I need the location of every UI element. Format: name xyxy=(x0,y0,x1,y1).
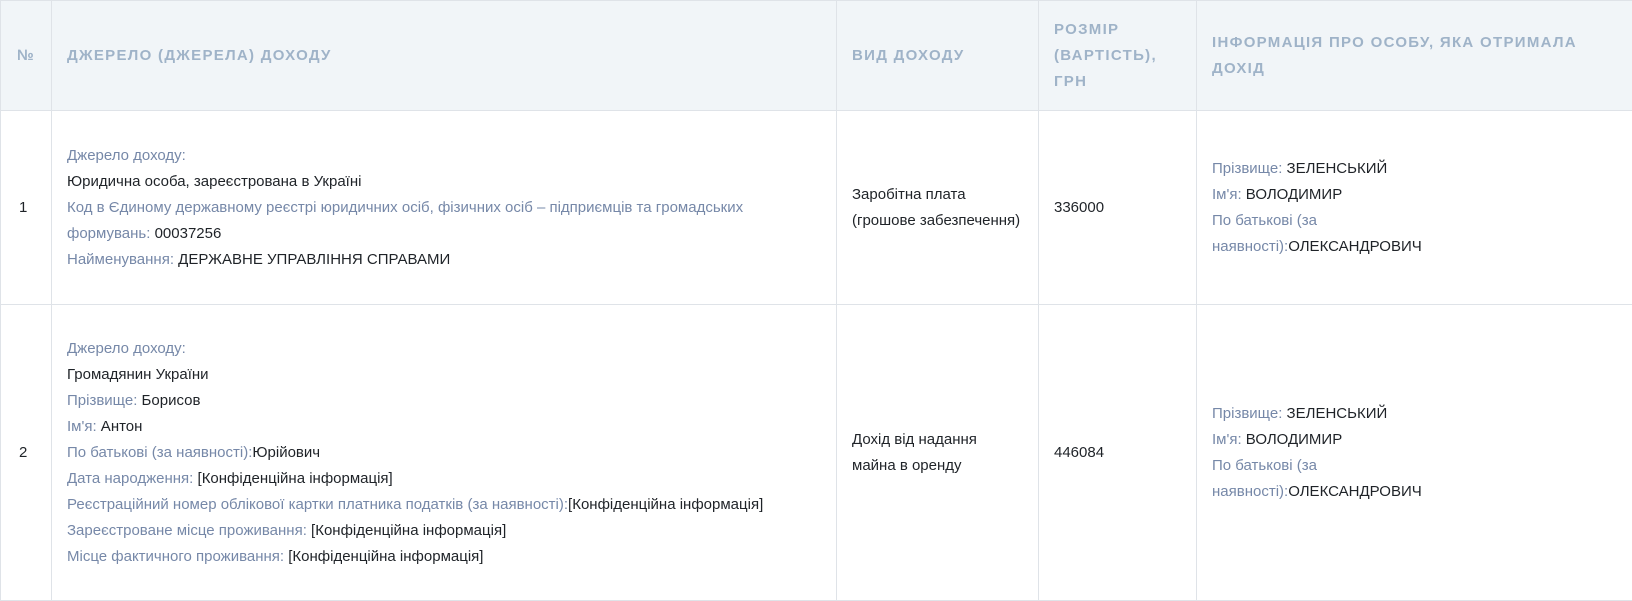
table-row: 2 Джерело доходу: Громадянин України Прі… xyxy=(1,305,1632,601)
header-amount: РОЗМІР (ВАРТІСТЬ), ГРН xyxy=(1039,1,1197,111)
source-heading: Джерело доходу: xyxy=(67,336,821,362)
source-actual-address-field: Місце фактичного проживання: [Конфіденці… xyxy=(67,544,821,570)
recipient-surname-field: Прізвище: ЗЕЛЕНСЬКИЙ xyxy=(1212,156,1617,182)
table-body: 1 Джерело доходу: Юридична особа, зареєс… xyxy=(1,111,1632,601)
header-row: № ДЖЕРЕЛО (ДЖЕРЕЛА) ДОХОДУ ВИД ДОХОДУ РО… xyxy=(1,1,1632,111)
recipient-name-label: Ім'я: xyxy=(1212,431,1242,448)
source-name-field: Ім'я: Антон xyxy=(67,414,821,440)
recipient-name-value: ВОЛОДИМИР xyxy=(1242,431,1343,448)
header-income-source: ДЖЕРЕЛО (ДЖЕРЕЛА) ДОХОДУ xyxy=(52,1,837,111)
source-patronymic-value: Юрійович xyxy=(252,444,320,461)
source-name-field: Найменування: ДЕРЖАВНЕ УПРАВЛІННЯ СПРАВА… xyxy=(67,247,821,273)
source-name-value: ДЕРЖАВНЕ УПРАВЛІННЯ СПРАВАМИ xyxy=(174,251,450,268)
amount-cell: 336000 xyxy=(1039,111,1197,305)
source-registered-address-label: Зареєстроване місце проживання: xyxy=(67,522,307,539)
row-number: 1 xyxy=(1,111,52,305)
source-actual-address-label: Місце фактичного проживання: xyxy=(67,548,284,565)
source-taxid-field: Реєстраційний номер облікової картки пла… xyxy=(67,492,821,518)
source-kind: Юридична особа, зареєстрована в Україні xyxy=(67,169,821,195)
source-surname-field: Прізвище: Борисов xyxy=(67,388,821,414)
income-source-cell: Джерело доходу: Юридична особа, зареєстр… xyxy=(52,111,837,305)
source-actual-address-value: [Конфіденційна інформація] xyxy=(284,548,483,565)
recipient-patronymic-field: По батькові (за наявності):ОЛЕКСАНДРОВИЧ xyxy=(1212,453,1442,505)
source-kind: Громадянин України xyxy=(67,362,821,388)
source-registered-address-value: [Конфіденційна інформація] xyxy=(307,522,506,539)
recipient-name-field: Ім'я: ВОЛОДИМИР xyxy=(1212,427,1617,453)
source-patronymic-field: По батькові (за наявності):Юрійович xyxy=(67,440,821,466)
source-code-field: Код в Єдиному державному реєстрі юридичн… xyxy=(67,195,821,247)
source-birthdate-field: Дата народження: [Конфіденційна інформац… xyxy=(67,466,821,492)
source-taxid-label: Реєстраційний номер облікової картки пла… xyxy=(67,496,568,513)
source-surname-label: Прізвище: xyxy=(67,392,137,409)
recipient-name-label: Ім'я: xyxy=(1212,186,1242,203)
header-income-type: ВИД ДОХОДУ xyxy=(837,1,1039,111)
recipient-surname-value: ЗЕЛЕНСЬКИЙ xyxy=(1282,160,1387,177)
source-name-label: Ім'я: xyxy=(67,418,97,435)
recipient-surname-label: Прізвище: xyxy=(1212,160,1282,177)
table-header: № ДЖЕРЕЛО (ДЖЕРЕЛА) ДОХОДУ ВИД ДОХОДУ РО… xyxy=(1,1,1632,111)
source-birthdate-label: Дата народження: xyxy=(67,470,193,487)
header-recipient-info: ІНФОРМАЦІЯ ПРО ОСОБУ, ЯКА ОТРИМАЛА ДОХІД xyxy=(1197,1,1632,111)
recipient-patronymic-field: По батькові (за наявності):ОЛЕКСАНДРОВИЧ xyxy=(1212,208,1442,260)
income-type-cell: Дохід від надання майна в оренду xyxy=(837,305,1039,601)
recipient-surname-field: Прізвище: ЗЕЛЕНСЬКИЙ xyxy=(1212,401,1617,427)
recipient-surname-label: Прізвище: xyxy=(1212,405,1282,422)
source-code-value: 00037256 xyxy=(150,225,221,242)
income-source-cell: Джерело доходу: Громадянин України Прізв… xyxy=(52,305,837,601)
source-heading: Джерело доходу: xyxy=(67,143,821,169)
source-name-value: Антон xyxy=(97,418,143,435)
income-type-cell: Заробітна плата (грошове забезпечення) xyxy=(837,111,1039,305)
amount-cell: 446084 xyxy=(1039,305,1197,601)
source-name-label: Найменування: xyxy=(67,251,174,268)
recipient-patronymic-value: ОЛЕКСАНДРОВИЧ xyxy=(1288,483,1422,500)
recipient-cell: Прізвище: ЗЕЛЕНСЬКИЙ Ім'я: ВОЛОДИМИР По … xyxy=(1197,111,1632,305)
recipient-patronymic-value: ОЛЕКСАНДРОВИЧ xyxy=(1288,238,1422,255)
source-surname-value: Борисов xyxy=(137,392,200,409)
header-number: № xyxy=(1,1,52,111)
recipient-name-value: ВОЛОДИМИР xyxy=(1242,186,1343,203)
recipient-cell: Прізвище: ЗЕЛЕНСЬКИЙ Ім'я: ВОЛОДИМИР По … xyxy=(1197,305,1632,601)
source-birthdate-value: [Конфіденційна інформація] xyxy=(193,470,392,487)
recipient-surname-value: ЗЕЛЕНСЬКИЙ xyxy=(1282,405,1387,422)
source-patronymic-label: По батькові (за наявності): xyxy=(67,444,252,461)
table-row: 1 Джерело доходу: Юридична особа, зареєс… xyxy=(1,111,1632,305)
row-number: 2 xyxy=(1,305,52,601)
recipient-name-field: Ім'я: ВОЛОДИМИР xyxy=(1212,182,1617,208)
source-taxid-value: [Конфіденційна інформація] xyxy=(568,496,763,513)
income-table: № ДЖЕРЕЛО (ДЖЕРЕЛА) ДОХОДУ ВИД ДОХОДУ РО… xyxy=(0,0,1632,601)
source-registered-address-field: Зареєстроване місце проживання: [Конфіде… xyxy=(67,518,821,544)
